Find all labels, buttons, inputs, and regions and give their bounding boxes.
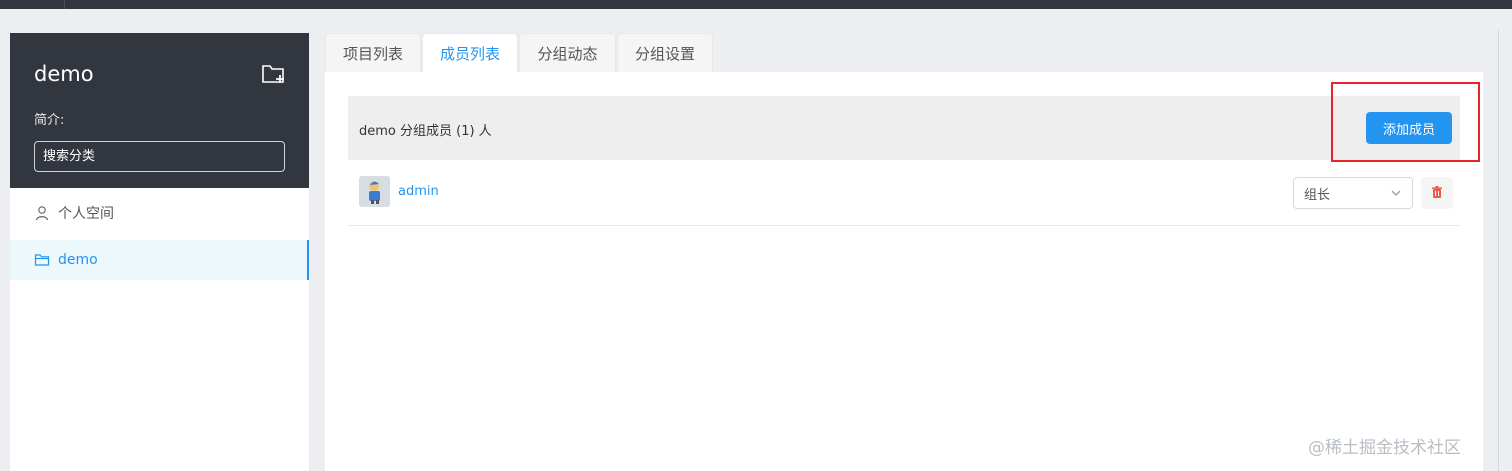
member-count-text: demo 分组成员 (1) 人	[359, 124, 492, 139]
scrollbar[interactable]	[1498, 30, 1499, 471]
sidebar: demo 简介: 个人空间 demo	[10, 33, 309, 471]
watermark: @稀土掘金技术社区	[1308, 438, 1461, 458]
member-list-header: demo 分组成员 (1) 人 添加成员	[348, 96, 1460, 160]
top-bar-divider	[64, 0, 65, 9]
user-icon	[34, 205, 50, 221]
top-bar	[0, 0, 1512, 9]
tab-group-activity[interactable]: 分组动态	[519, 33, 616, 72]
member-name-link[interactable]: admin	[398, 184, 439, 199]
delete-member-button[interactable]	[1421, 177, 1453, 209]
tab-project-list[interactable]: 项目列表	[325, 33, 421, 72]
tab-member-list[interactable]: 成员列表	[422, 33, 518, 73]
add-member-button[interactable]: 添加成员	[1366, 112, 1452, 144]
avatar	[359, 176, 390, 207]
trash-icon	[1430, 184, 1444, 203]
sidebar-item-label: demo	[58, 252, 98, 268]
category-search-input[interactable]	[34, 141, 285, 172]
tab-group-settings[interactable]: 分组设置	[617, 33, 713, 72]
sidebar-item-label: 个人空间	[58, 206, 114, 222]
group-info-header: demo 简介:	[10, 33, 309, 188]
group-intro-label: 简介:	[34, 113, 65, 128]
table-row: admin 组长	[348, 160, 1460, 226]
group-title: demo	[34, 62, 94, 86]
member-panel: demo 分组成员 (1) 人 添加成员 admin 组长	[325, 72, 1483, 471]
role-value: 组长	[1304, 187, 1331, 203]
chevron-down-icon	[1390, 187, 1402, 199]
folder-add-icon[interactable]	[261, 63, 287, 85]
sidebar-item-demo[interactable]: demo	[10, 240, 309, 280]
sidebar-item-personal-space[interactable]: 个人空间	[10, 193, 309, 233]
folder-icon	[34, 252, 50, 268]
member-role-select[interactable]: 组长	[1293, 177, 1413, 209]
